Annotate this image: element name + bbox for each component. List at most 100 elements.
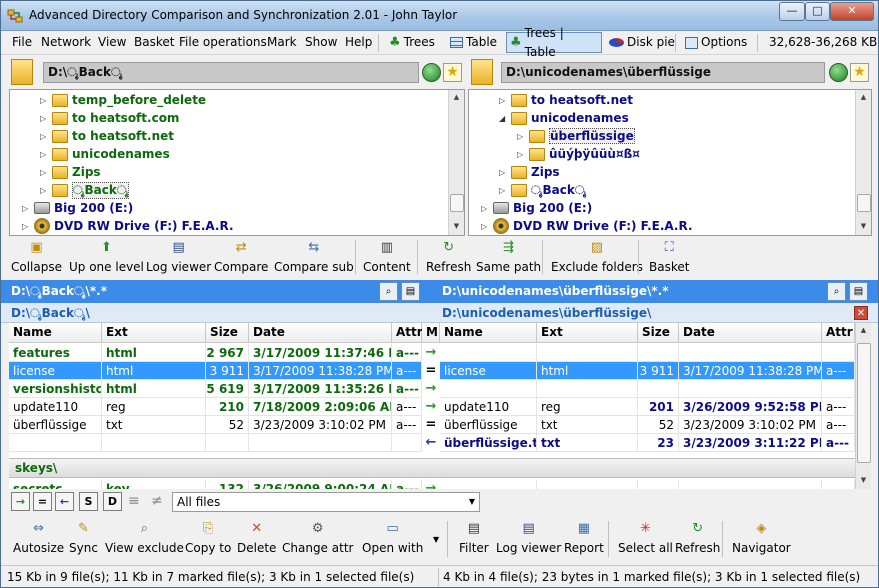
scroll-down-icon[interactable]: ▼ <box>856 473 871 488</box>
table-cell[interactable]: 3/17/2009 11:35:26 PM <box>249 380 392 398</box>
table-cell[interactable]: 132 <box>206 480 249 489</box>
table-cell[interactable]: a--- <box>392 398 422 416</box>
table-cell[interactable]: html <box>102 380 206 398</box>
trees-table-button[interactable]: ♣ Trees | Table <box>506 26 602 59</box>
table-cell[interactable]: überflüssige <box>9 416 102 434</box>
table-cell[interactable]: a--- <box>392 362 422 380</box>
refresh-button[interactable]: ↻ Refresh <box>426 238 471 278</box>
expand-icon[interactable]: ▷ <box>40 150 48 159</box>
scroll-thumb[interactable] <box>857 194 871 212</box>
table-cell[interactable] <box>440 344 537 362</box>
expand-icon[interactable]: ▷ <box>481 204 489 213</box>
tree-item[interactable]: ▷ Zips <box>499 163 560 181</box>
expand-icon[interactable]: ▷ <box>517 150 525 159</box>
table-cell[interactable] <box>392 434 422 452</box>
menu-basket[interactable]: Basket <box>134 35 174 49</box>
table-cell[interactable]: 3/17/2009 11:38:28 PM <box>679 362 822 380</box>
expand-icon[interactable]: ▷ <box>22 204 30 213</box>
maximize-button[interactable]: □ <box>805 2 830 21</box>
table-cell[interactable]: license <box>440 362 537 380</box>
right-tree-scrollbar[interactable]: ▲ ▼ <box>855 90 871 235</box>
log-viewer-button[interactable]: ▤ Log viewer <box>146 238 211 278</box>
compare-table[interactable]: Name Ext Size Date Attr M Name Ext Size Date Attr … <box>9 323 855 489</box>
table-cell[interactable] <box>679 344 822 362</box>
menu-mark[interactable]: Mark <box>267 35 297 49</box>
left-folder-tree[interactable]: ▷ temp_before_delete ▷ to heatsoft.com ▷ to h… <box>9 89 465 236</box>
table-cell[interactable] <box>9 434 102 452</box>
scroll-down-icon[interactable]: ▼ <box>449 219 464 234</box>
left-col-attr[interactable]: Attr <box>392 323 423 343</box>
report-button[interactable]: ▦ Report <box>564 519 604 559</box>
table-cell[interactable]: txt <box>537 434 638 452</box>
right-col-ext[interactable]: Ext <box>537 323 638 343</box>
table-cell[interactable]: reg <box>102 398 206 416</box>
compare-sub-button[interactable]: ⇆ Compare sub <box>274 238 354 278</box>
tree-item[interactable]: ◢ unicodenames <box>499 109 629 127</box>
left-view-icon[interactable]: ⌕ <box>379 282 398 301</box>
left-col-ext[interactable]: Ext <box>102 323 206 343</box>
table-cell[interactable]: 52 <box>638 416 679 434</box>
expand-icon[interactable]: ▷ <box>40 186 48 195</box>
file-filter-select[interactable]: All files ▼ <box>172 492 480 512</box>
show-identical-icon[interactable]: ≡ <box>128 493 140 509</box>
expand-icon[interactable]: ▷ <box>40 114 48 123</box>
table-cell[interactable]: 3/23/2009 3:11:22 PM <box>679 434 822 452</box>
arrow-right-icon[interactable]: → <box>422 398 440 416</box>
left-col-size[interactable]: Size <box>206 323 249 343</box>
table-cell[interactable]: überflüssige <box>440 416 537 434</box>
tree-item[interactable]: ▷ temp_before_delete <box>40 91 206 109</box>
table-cell[interactable] <box>638 344 679 362</box>
compare-button[interactable]: ⇄ Compare <box>214 238 268 278</box>
table-cell[interactable]: secretc <box>9 480 102 489</box>
table-cell[interactable]: html <box>102 344 206 362</box>
table-button[interactable]: Table <box>446 32 501 53</box>
autosize-button[interactable]: ⇔ Autosize <box>13 519 64 559</box>
table-cell[interactable] <box>822 344 855 362</box>
view-exclude-button[interactable]: ⌕ View exclude <box>105 519 184 559</box>
options-button[interactable]: Options <box>681 32 751 53</box>
left-tree-scrollbar[interactable]: ▲ ▼ <box>448 90 464 235</box>
table-cell[interactable]: key <box>102 480 206 489</box>
tree-item[interactable]: ▷ೖBackೖ <box>40 181 130 199</box>
tree-item[interactable]: ▷ unicodenames <box>40 145 170 163</box>
expand-icon[interactable]: ▷ <box>517 132 525 141</box>
arrow-right-icon[interactable]: → <box>422 380 440 398</box>
expand-icon[interactable]: ▷ <box>40 168 48 177</box>
table-cell[interactable] <box>206 434 249 452</box>
content-button[interactable]: ▥ Content <box>363 238 411 278</box>
equal-icon[interactable]: = <box>422 416 440 434</box>
left-path-field[interactable]: D:\ೖBackೖ <box>43 62 419 83</box>
table-cell[interactable]: update110 <box>9 398 102 416</box>
table-cell[interactable]: 201 <box>638 398 679 416</box>
table-cell[interactable]: 3 911 <box>206 362 249 380</box>
table-cell[interactable] <box>537 380 638 398</box>
left-go-icon[interactable] <box>422 63 441 82</box>
group-row[interactable]: skeys\ <box>9 458 855 478</box>
scroll-up-icon[interactable]: ▲ <box>856 323 871 338</box>
table-cell[interactable]: 52 <box>206 416 249 434</box>
expand-icon[interactable]: ◢ <box>499 114 507 123</box>
table-scrollbar[interactable]: ▲ ▼ <box>855 323 871 489</box>
table-cell[interactable] <box>822 380 855 398</box>
table-cell[interactable]: a--- <box>392 480 422 489</box>
up-one-level-button[interactable]: ⬆ Up one level <box>69 238 144 278</box>
menu-file-operations[interactable]: File operations <box>179 35 267 49</box>
right-view-icon[interactable]: ⌕ <box>827 282 846 301</box>
bottom-refresh-button[interactable]: ↻ Refresh <box>675 519 720 559</box>
equal-icon[interactable]: = <box>422 362 440 380</box>
table-cell[interactable] <box>822 480 855 489</box>
tree-item[interactable]: ▷ Big 200 (E:) <box>22 199 133 217</box>
scroll-down-icon[interactable]: ▼ <box>856 219 871 234</box>
menu-help[interactable]: Help <box>345 35 372 49</box>
table-cell[interactable]: 3 911 <box>638 362 679 380</box>
disk-pie-button[interactable]: Disk pie <box>605 32 679 53</box>
left-col-name[interactable]: Name <box>9 323 102 343</box>
table-cell[interactable]: update110 <box>440 398 537 416</box>
show-nonidentical-icon[interactable]: ≠ <box>151 493 163 509</box>
tree-item[interactable]: ▷ DVD RW Drive (F:) F.E.A.R. <box>22 217 234 235</box>
table-cell[interactable]: überflüssige.txt <box>440 434 537 452</box>
left-notes-icon[interactable]: ▤ <box>401 282 420 301</box>
right-notes-icon[interactable]: ▤ <box>849 282 868 301</box>
tree-item[interactable]: ▷ überflüssige <box>517 127 635 145</box>
expand-icon[interactable]: ▷ <box>40 132 48 141</box>
